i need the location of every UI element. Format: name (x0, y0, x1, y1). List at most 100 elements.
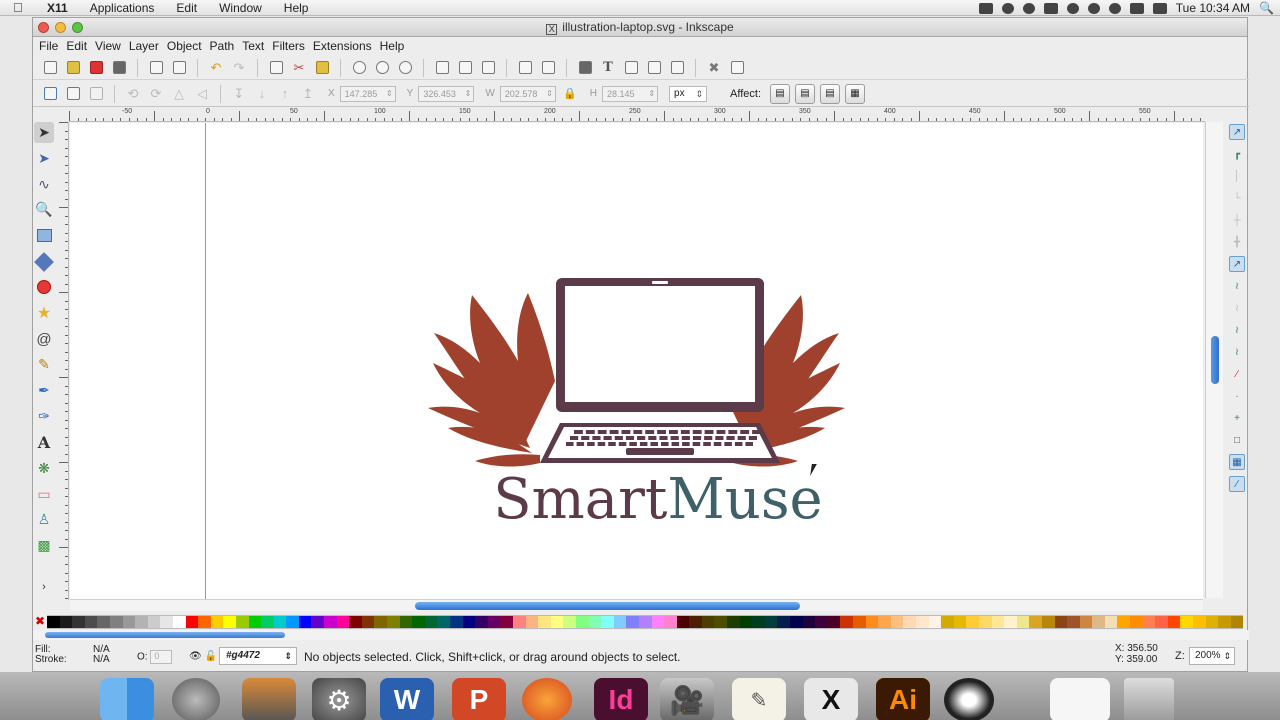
palette-swatch[interactable] (966, 616, 979, 628)
menu-file[interactable]: File (35, 39, 62, 53)
palette-swatch[interactable] (878, 616, 891, 628)
time-machine-icon[interactable] (1066, 2, 1079, 14)
inkscape-icon[interactable] (944, 678, 994, 720)
clock[interactable]: Tue 10:34 AM (1176, 1, 1250, 15)
palette-swatch[interactable] (664, 616, 677, 628)
snap-page-icon[interactable]: □ (1229, 432, 1245, 448)
pencil-tool[interactable]: ✎ (34, 354, 54, 375)
layer-visibility-icon[interactable]: 👁 🔓 (189, 651, 217, 662)
ungroup-icon[interactable] (539, 59, 557, 77)
palette-scrollbar[interactable] (33, 630, 1249, 640)
move-gradients-toggle[interactable]: ▤ (820, 83, 841, 104)
palette-swatch[interactable] (424, 616, 438, 628)
h-field[interactable]: 28.145 (602, 85, 659, 102)
palette-swatch[interactable] (324, 616, 337, 628)
ellipse-tool[interactable] (34, 277, 54, 298)
tweak-tool[interactable]: ∿ (34, 174, 54, 195)
copy-icon[interactable] (267, 59, 285, 77)
zoom-selection-icon[interactable] (350, 59, 368, 77)
palette-swatch[interactable] (172, 616, 186, 628)
scale-stroke-toggle[interactable]: ▤ (770, 83, 791, 104)
horizontal-scrollbar[interactable] (70, 599, 1203, 611)
finder-icon[interactable] (100, 678, 154, 720)
raise-top-icon[interactable]: ↥ (299, 85, 317, 103)
spotlight-icon[interactable]: 🔍 (1259, 1, 1274, 15)
fill-stroke-indicator[interactable]: N/A N/A (93, 645, 110, 665)
deselect-icon[interactable] (87, 85, 105, 103)
menu-filters[interactable]: Filters (268, 39, 309, 53)
pen-tool[interactable]: ✒ (34, 380, 54, 401)
palette-swatch[interactable] (727, 616, 740, 628)
photos-icon[interactable] (242, 678, 296, 720)
menu-view[interactable]: View (91, 39, 125, 53)
snap-bbox-corner-icon[interactable]: └ (1229, 190, 1245, 206)
palette-swatch[interactable] (361, 616, 375, 628)
palette-swatch[interactable] (1004, 616, 1017, 628)
palette-swatch[interactable] (764, 616, 778, 628)
palette-swatch[interactable] (1155, 616, 1168, 628)
zoom-field[interactable]: 200% (1189, 647, 1235, 665)
menu-help-app[interactable]: Help (376, 39, 409, 53)
palette-swatch[interactable] (1117, 616, 1131, 628)
palette-swatch[interactable] (387, 616, 400, 628)
palette-swatch[interactable] (97, 616, 110, 628)
menu-edit[interactable]: Edit (165, 1, 208, 15)
palette-swatch[interactable] (538, 616, 551, 628)
palette-swatch[interactable] (261, 616, 274, 628)
bluetooth-icon[interactable] (1087, 2, 1100, 14)
x11-dock-icon[interactable]: X (804, 678, 858, 720)
snap-bbox-center-icon[interactable]: ╋ (1229, 234, 1245, 250)
palette-swatch[interactable] (689, 616, 702, 628)
star-tool[interactable]: ★ (34, 303, 54, 324)
palette-swatch[interactable] (1230, 616, 1244, 628)
snap-toggle-icon[interactable]: ↗ (1229, 124, 1245, 140)
palette-swatch[interactable] (185, 616, 199, 628)
snap-rotation-center-icon[interactable]: + (1229, 410, 1245, 426)
layers-icon[interactable] (622, 59, 640, 77)
menu-text[interactable]: Text (238, 39, 268, 53)
palette-swatch[interactable] (1180, 616, 1194, 628)
palette-swatch[interactable] (109, 616, 123, 628)
snap-path-intersection-icon[interactable]: ≀ (1229, 300, 1245, 316)
palette-swatch[interactable] (815, 616, 828, 628)
menu-extensions[interactable]: Extensions (309, 39, 376, 53)
palette-swatch[interactable] (575, 616, 589, 628)
undo-icon[interactable]: ↶ (207, 59, 225, 77)
volume-icon[interactable] (1129, 2, 1144, 14)
palette-swatch[interactable] (953, 616, 967, 628)
palette-swatch[interactable] (450, 616, 463, 628)
document-properties-icon[interactable] (728, 59, 746, 77)
input-source-icon[interactable] (1152, 2, 1167, 14)
palette-swatch[interactable] (1205, 616, 1219, 628)
move-patterns-toggle[interactable]: ▦ (845, 83, 866, 104)
rotate-ccw-icon[interactable]: ⟲ (124, 85, 142, 103)
palette-swatch[interactable] (928, 616, 942, 628)
flip-horizontal-icon[interactable]: △ (170, 85, 188, 103)
opacity-field[interactable]: 0 (150, 650, 173, 664)
snap-bbox-icon[interactable]: ┏ (1229, 146, 1245, 162)
drawing-canvas[interactable]: SmartMuse (70, 123, 1203, 599)
zoom-drawing-icon[interactable] (373, 59, 391, 77)
palette-swatch[interactable] (1054, 616, 1068, 628)
palette-swatch[interactable] (336, 616, 350, 628)
creative-cloud-icon[interactable] (1022, 2, 1035, 14)
palette-swatch[interactable] (1016, 616, 1030, 628)
palette-swatch[interactable] (1218, 616, 1231, 628)
lock-icon[interactable]: 🔒 (561, 85, 579, 103)
menu-path[interactable]: Path (206, 39, 239, 53)
menu-help[interactable]: Help (273, 1, 320, 15)
palette-swatch[interactable] (198, 616, 211, 628)
palette-swatch[interactable] (613, 616, 627, 628)
palette-swatch[interactable] (59, 616, 73, 628)
palette-swatch[interactable] (273, 616, 287, 628)
export-icon[interactable] (170, 59, 188, 77)
palette-swatch[interactable] (399, 616, 413, 628)
palette-swatch[interactable] (1130, 616, 1143, 628)
snap-grid-icon[interactable]: ▦ (1229, 454, 1245, 470)
rotate-cw-icon[interactable]: ⟳ (147, 85, 165, 103)
rectangle-tool[interactable] (34, 225, 54, 246)
palette-swatch[interactable] (47, 616, 60, 628)
palette-swatch[interactable] (739, 616, 753, 628)
print-icon[interactable] (110, 59, 128, 77)
snap-midpoints-icon[interactable]: ∕ (1229, 366, 1245, 382)
